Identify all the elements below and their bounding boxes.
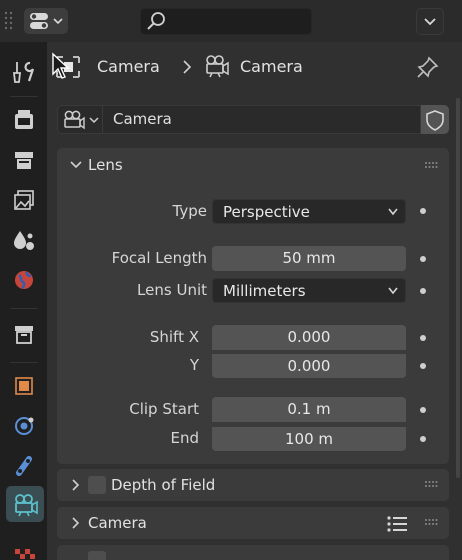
fake-user-button[interactable]: [421, 105, 449, 134]
shield-icon: [426, 109, 444, 131]
tab-constraints[interactable]: [8, 450, 40, 482]
panel-title: Lens: [88, 156, 123, 174]
physics-orbit-icon: [15, 417, 34, 435]
drag-handle-icon[interactable]: [425, 162, 439, 170]
mouse-cursor-icon: [52, 52, 70, 79]
properties-main: Camera Camera Camera Lens Type Perspecti…: [47, 42, 462, 560]
properties-header: [0, 0, 462, 42]
pin-icon[interactable]: [415, 54, 441, 80]
focal-length-label: Focal Length: [111, 249, 207, 267]
next-panel-checkbox[interactable]: [88, 551, 106, 560]
chevron-down-icon: [424, 18, 436, 26]
type-keyframe-dot[interactable]: [420, 208, 426, 214]
view-layer-images-icon: [14, 190, 34, 210]
drag-handle-icon[interactable]: [425, 519, 439, 527]
tab-render[interactable]: [8, 104, 40, 136]
chevron-right-icon: [183, 60, 192, 74]
breadcrumb-data-name: Camera: [240, 57, 303, 76]
chevron-down-icon: [388, 287, 398, 295]
camera-panel[interactable]: Camera: [57, 507, 449, 539]
presets-list-icon[interactable]: [387, 515, 409, 533]
scene-icon: [14, 231, 34, 250]
output-printer-icon: [15, 152, 33, 169]
tab-view-layer[interactable]: [8, 184, 40, 216]
chevron-down-icon: [388, 208, 398, 216]
clip-start-keyframe-dot[interactable]: [420, 407, 426, 413]
lens-unit-dropdown[interactable]: Millimeters: [212, 278, 406, 303]
shift-y-label: Y: [189, 356, 199, 374]
drag-grip-icon[interactable]: [4, 10, 14, 32]
lens-panel-header[interactable]: Lens: [57, 148, 449, 182]
chevron-right-icon: [72, 517, 80, 529]
shift-x-label: Shift X: [149, 328, 199, 346]
chevron-right-icon: [72, 479, 80, 491]
properties-tab-bar: [0, 42, 47, 560]
options-dropdown-button[interactable]: [416, 8, 444, 35]
clip-end-field[interactable]: 100 m: [212, 426, 406, 451]
tab-tool[interactable]: [8, 56, 40, 88]
texture-checker-icon: [15, 549, 35, 559]
chevron-down-icon: [70, 161, 82, 169]
collection-box-icon: [15, 326, 33, 344]
tab-camera-data[interactable]: [6, 486, 44, 522]
clip-end-keyframe-dot[interactable]: [420, 436, 426, 442]
world-globe-icon: [15, 271, 33, 290]
tab-object[interactable]: [8, 370, 40, 402]
type-dropdown[interactable]: Perspective: [212, 199, 406, 224]
object-square-icon: [15, 377, 33, 395]
panel-title: Depth of Field: [111, 476, 216, 494]
lens-unit-value: Millimeters: [223, 282, 306, 300]
shift-x-field[interactable]: 0.000: [212, 325, 406, 350]
type-value: Perspective: [223, 203, 310, 221]
scrollbar[interactable]: [456, 98, 460, 478]
tab-scene[interactable]: [8, 224, 40, 256]
next-panel-partial[interactable]: [57, 545, 449, 560]
clip-start-label: Clip Start: [129, 400, 199, 418]
depth-of-field-checkbox[interactable]: [88, 476, 106, 494]
tool-wrench-icon: [12, 61, 35, 83]
focal-length-field[interactable]: 50 mm: [212, 246, 406, 271]
tab-physics[interactable]: [8, 410, 40, 442]
clip-start-field[interactable]: 0.1 m: [212, 397, 406, 422]
properties-editor-icon: [30, 13, 63, 29]
datablock-name-field[interactable]: Camera: [103, 105, 421, 134]
search-input[interactable]: [140, 8, 312, 35]
tab-world[interactable]: [8, 264, 40, 296]
camera-data-icon: [15, 494, 38, 517]
shift-y-field[interactable]: 0.000: [212, 353, 406, 378]
tab-output[interactable]: [8, 144, 40, 176]
breadcrumb-object-name: Camera: [97, 57, 160, 76]
shift-x-keyframe-dot[interactable]: [420, 335, 426, 341]
camera-datablock-selector: Camera: [57, 105, 449, 134]
constraints-link-icon: [16, 456, 32, 476]
tab-collection[interactable]: [8, 318, 40, 350]
lens-panel: Lens Type Perspective Focal Length 50 mm…: [57, 148, 449, 464]
type-label: Type: [172, 202, 207, 220]
panel-title: Camera: [88, 514, 147, 532]
datablock-browse-button[interactable]: [57, 105, 103, 134]
editor-type-button[interactable]: [24, 8, 68, 34]
shift-y-keyframe-dot[interactable]: [420, 363, 426, 369]
search-icon: [147, 12, 165, 30]
camera-data-icon: [64, 110, 99, 130]
lens-unit-keyframe-dot[interactable]: [420, 288, 426, 294]
breadcrumb: Camera Camera: [47, 42, 462, 92]
lens-unit-label: Lens Unit: [137, 281, 207, 299]
clip-end-label: End: [170, 429, 199, 447]
drag-handle-icon[interactable]: [425, 481, 439, 489]
render-camera-back-icon: [15, 110, 33, 129]
focal-length-keyframe-dot[interactable]: [420, 256, 426, 262]
depth-of-field-panel[interactable]: Depth of Field: [57, 469, 449, 501]
camera-data-icon: [206, 55, 229, 78]
tab-texture[interactable]: [8, 538, 40, 560]
